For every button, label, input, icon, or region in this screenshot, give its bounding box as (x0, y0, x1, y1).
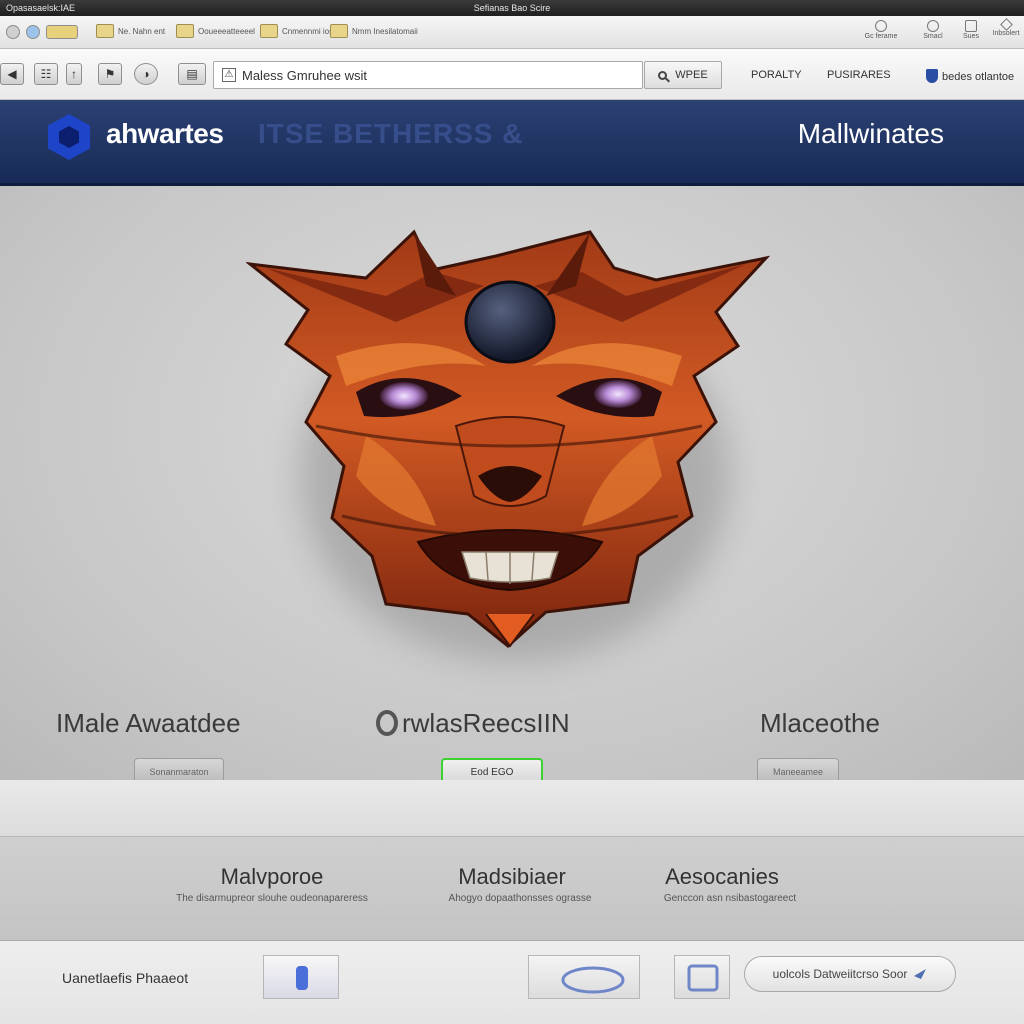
feature-title-1: Malvporoe (220, 864, 324, 889)
hero-column-title-3: Mlaceothe (760, 708, 880, 738)
ring-icon (561, 966, 625, 994)
forehead-orb (464, 280, 556, 364)
header-title: Mallwinates (797, 118, 944, 149)
hero-column-title-2: rwlasReecsIIN (376, 708, 570, 739)
bookmark-icon (96, 24, 114, 38)
footer-button[interactable]: uolcols Datweiitcrso Soor (744, 956, 956, 992)
power-icon[interactable] (6, 25, 20, 39)
demon-mask-illustration (246, 229, 771, 648)
toolbar-button-2[interactable]: Smacl (912, 20, 954, 44)
window-titlebar: Opasasaelsk:IAE Sefianas Bao Scire (0, 0, 1024, 16)
address-bar[interactable]: ⚠ Maless Gmruhee wsit (213, 61, 643, 89)
toolbar-button-4[interactable]: Inbsolert (988, 18, 1024, 44)
bookmark-icon (176, 24, 194, 38)
home-icon[interactable]: ⚑ (98, 63, 122, 85)
toolbar-button-1[interactable]: Gc ferame (860, 20, 902, 44)
shield-icon[interactable]: ◑ (134, 63, 158, 85)
toolbar-button-3[interactable]: Sues (950, 20, 992, 44)
globe-icon[interactable] (26, 25, 40, 39)
right-eye (594, 380, 642, 408)
footer-tile-2[interactable] (528, 955, 640, 999)
feature-desc-3: Genccon asn nsibastogareect (663, 893, 797, 904)
search-icon (658, 70, 668, 80)
shield-icon (926, 69, 938, 83)
footer-tile-1[interactable] (263, 955, 339, 999)
bookmark-icon (260, 24, 278, 38)
feature-desc-1: The disarmupreor slouhe oudeonapareress (176, 893, 368, 904)
header-tagline: ITSE BETHERSS & (258, 118, 524, 149)
left-eye (380, 382, 428, 410)
window-title: Sefianas Bao Scire (473, 3, 551, 13)
feature-title-3: Aesocanies (665, 864, 779, 889)
bookmark-item[interactable]: Ne. Nahn ent (96, 20, 188, 42)
reload-icon[interactable]: ↑ (66, 63, 82, 85)
reader-icon[interactable]: ▤ (178, 63, 206, 85)
footer-label: Uanetlaefis Phaaeot (62, 970, 189, 986)
bookmark-item[interactable]: Ooueeeatteeeel (176, 20, 268, 42)
navigation-toolbar: ◀ ☷ ↑ ⚑ ◑ ▤ ⚠ Maless Gmruhee wsit WPEE P… (0, 49, 1024, 100)
search-button[interactable]: WPEE (644, 61, 722, 89)
back-icon[interactable]: ◀ (0, 63, 24, 85)
brand-name[interactable]: ahwartes (106, 118, 224, 150)
address-value: Maless Gmruhee wsit (242, 67, 367, 83)
nav-link-purchases[interactable]: PUSIRARES (827, 69, 891, 81)
loop-icon (376, 710, 398, 736)
hero-column-title-1: IMale Awaatdee (56, 708, 241, 738)
feature-title-2: Madsibiaer (458, 864, 566, 889)
info-icon (927, 20, 939, 32)
bookmark-item[interactable]: Nmm Inesilatomaii (330, 20, 422, 42)
bookmarks-toolbar: Ne. Nahn ent Ooueeeatteeeel Cnmennmi ios… (0, 16, 1024, 49)
window-icon (687, 964, 719, 992)
bookmark-icon (330, 24, 348, 38)
nav-link-account[interactable]: bedes otlantoe (926, 69, 1014, 83)
question-icon (875, 20, 887, 32)
phone-icon (296, 966, 308, 990)
forward-icon[interactable]: ☷ (34, 63, 58, 85)
feature-desc-2: Ahogyo dopaathonsses ograsse (448, 893, 592, 904)
arrow-icon (914, 969, 927, 979)
divider-strip (0, 780, 1024, 837)
nav-link-portal[interactable]: PORALTY (751, 69, 802, 81)
footer-tile-3[interactable] (674, 955, 730, 999)
folder-icon[interactable] (46, 25, 78, 39)
pen-icon (999, 18, 1013, 31)
grid-icon (965, 20, 977, 32)
favicon-icon: ⚠ (222, 68, 236, 82)
